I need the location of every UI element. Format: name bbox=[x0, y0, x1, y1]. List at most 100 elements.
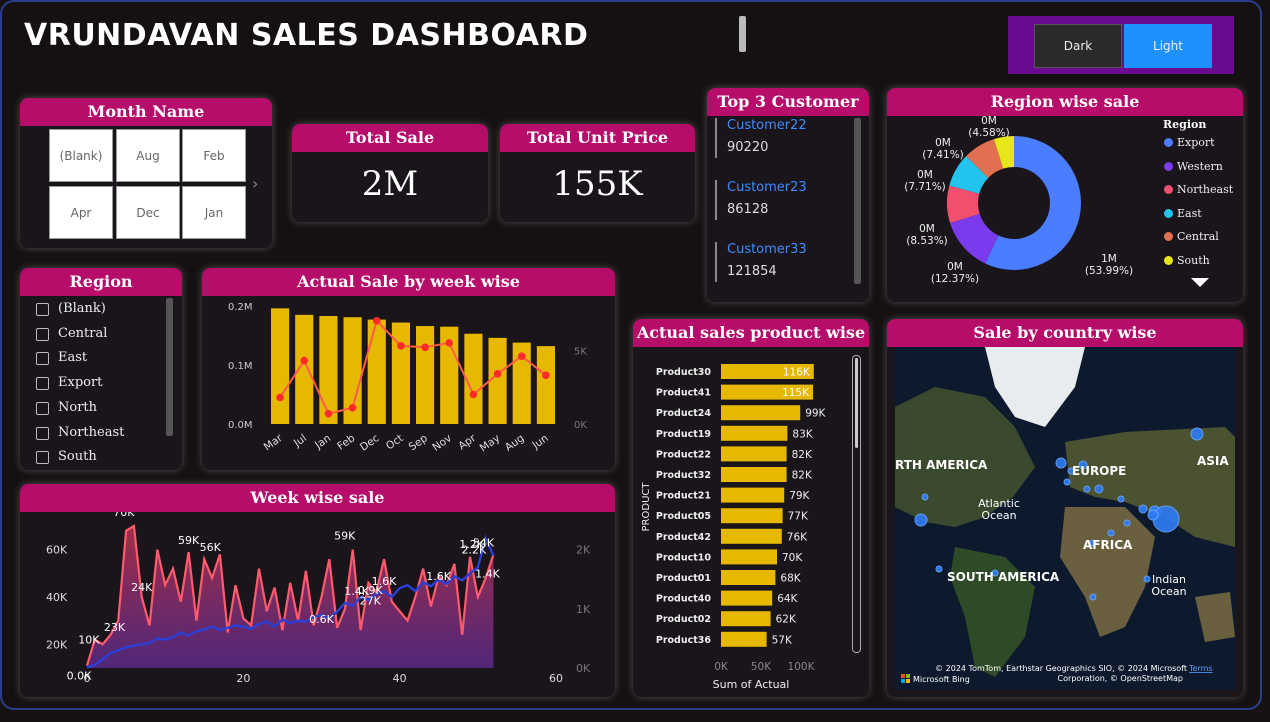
data-label: 70K bbox=[782, 552, 803, 564]
bing-logo bbox=[901, 679, 905, 683]
caret-down-icon[interactable] bbox=[1191, 278, 1209, 287]
region-wise-title: Region wise sale bbox=[887, 88, 1243, 116]
page-title: VRUNDAVAN SALES DASHBOARD bbox=[24, 18, 589, 53]
region-option-label[interactable]: Northeast bbox=[58, 425, 124, 440]
week-bar-title: Actual Sale by week wise bbox=[202, 268, 615, 296]
region-slicer: Region (Blank) Central East Export North Nort… bbox=[20, 268, 182, 470]
data-label: 70K bbox=[113, 512, 135, 519]
month-tile[interactable]: Jan bbox=[182, 186, 246, 239]
month-tile[interactable]: Feb bbox=[182, 129, 246, 182]
map-bubble bbox=[1089, 593, 1097, 601]
region-legend-title: Region bbox=[1163, 118, 1207, 131]
x-axis-title: Sum of Actual bbox=[713, 678, 790, 691]
data-label: 56K bbox=[200, 541, 222, 554]
region-checkbox[interactable] bbox=[36, 352, 49, 366]
region-checkbox[interactable] bbox=[36, 303, 49, 316]
bar bbox=[721, 528, 782, 544]
legend-label[interactable]: Export bbox=[1177, 136, 1215, 149]
scrollbar[interactable] bbox=[854, 118, 861, 284]
legend-label[interactable]: Northeast bbox=[1177, 183, 1233, 196]
week-bar-chart: 0.2M 0.1M 0.0M 5K 0K Mar Jul Jan Feb Dec Oct Sep Nov… bbox=[228, 302, 587, 454]
map-bubble bbox=[1138, 504, 1148, 514]
bar bbox=[721, 446, 787, 462]
bar bbox=[721, 508, 783, 524]
customer-value: 86128 bbox=[727, 202, 769, 217]
line-point bbox=[348, 403, 357, 412]
map-bubble bbox=[1152, 505, 1180, 533]
total-unit-price-card: Total Unit Price 155K bbox=[500, 124, 695, 222]
total-sale-title: Total Sale bbox=[292, 124, 488, 152]
y2-tick-label: 1K bbox=[576, 603, 591, 616]
data-label: 82K bbox=[792, 449, 813, 461]
region-checkbox[interactable] bbox=[36, 377, 49, 391]
bar bbox=[488, 337, 507, 424]
y2-tick-label: 0K bbox=[576, 662, 591, 675]
country-map-title: Sale by country wise bbox=[887, 319, 1243, 347]
region-option-label[interactable]: South bbox=[58, 449, 97, 464]
map-bubble bbox=[914, 513, 928, 527]
data-label: 54K bbox=[473, 536, 495, 549]
month-slicer: Month Name (Blank) Aug Feb Apr Dec Jan › bbox=[20, 98, 272, 248]
line-point bbox=[517, 352, 526, 360]
y-tick-label: 20K bbox=[46, 638, 68, 651]
month-tile[interactable]: (Blank) bbox=[49, 129, 113, 182]
region-option-label[interactable]: North bbox=[58, 400, 97, 415]
region-checkbox[interactable] bbox=[36, 327, 49, 341]
donut-pct-label: (7.71%) bbox=[904, 181, 946, 193]
data-label: 116K bbox=[783, 367, 811, 379]
data-label: 0.0K bbox=[67, 669, 92, 682]
total-sale-value: 2M bbox=[361, 164, 419, 204]
data-label: 83K bbox=[792, 428, 813, 440]
legend-dot bbox=[1164, 161, 1173, 171]
x-tick-label: Aug bbox=[503, 432, 527, 454]
map-bubble bbox=[921, 493, 929, 501]
total-unit-price-value: 155K bbox=[552, 164, 643, 204]
x-tick-label: Mar bbox=[262, 432, 286, 454]
data-label: 1.6K bbox=[426, 570, 451, 583]
category-label: Product01 bbox=[656, 573, 711, 584]
legend-dot bbox=[1164, 256, 1173, 265]
line-point bbox=[445, 339, 454, 347]
region-option-label[interactable]: (Blank) bbox=[58, 301, 106, 316]
region-option-label[interactable]: East bbox=[58, 350, 87, 365]
region-option-label[interactable]: Export bbox=[58, 375, 102, 390]
data-label: 82K bbox=[792, 470, 813, 482]
month-tile[interactable]: Dec bbox=[116, 186, 180, 239]
dark-theme-button[interactable]: Dark bbox=[1034, 24, 1122, 68]
x-tick-label: May bbox=[478, 432, 503, 454]
scrollbar[interactable] bbox=[166, 298, 173, 436]
map-bubble bbox=[1123, 519, 1131, 527]
legend-label[interactable]: Western bbox=[1177, 160, 1223, 173]
y-tick-label: 0.2M bbox=[228, 302, 253, 313]
bing-logo bbox=[906, 679, 910, 683]
world-map[interactable]: RTH AMERICA EUROPEASIAAtlanticOceanAFRICA… bbox=[895, 347, 1235, 690]
scrollbar[interactable] bbox=[852, 355, 861, 653]
legend-label[interactable]: East bbox=[1177, 207, 1202, 220]
region-checkbox[interactable] bbox=[36, 401, 49, 415]
region-checkbox[interactable] bbox=[36, 451, 49, 465]
data-label: 59K bbox=[178, 534, 200, 547]
customer-value: 90220 bbox=[727, 140, 769, 155]
bar bbox=[416, 326, 435, 424]
category-label: Product19 bbox=[656, 429, 711, 440]
legend-label[interactable]: South bbox=[1177, 254, 1210, 267]
region-checkbox[interactable] bbox=[36, 426, 49, 440]
chevron-right-icon[interactable]: › bbox=[252, 174, 258, 193]
x-tick-label: 40 bbox=[393, 672, 407, 685]
donut-pct-label: (12.37%) bbox=[931, 273, 979, 285]
bar bbox=[391, 322, 410, 424]
month-tile[interactable]: Aug bbox=[116, 129, 180, 182]
line-point bbox=[397, 342, 405, 350]
bar bbox=[721, 549, 777, 565]
bar bbox=[721, 425, 788, 441]
legend-dot bbox=[1164, 138, 1173, 147]
scroll-handle[interactable] bbox=[739, 16, 746, 52]
x-tick-label: Dec bbox=[358, 432, 382, 454]
category-label: Product21 bbox=[656, 491, 711, 502]
month-tile[interactable]: Apr bbox=[49, 186, 113, 239]
region-option-label[interactable]: Central bbox=[58, 326, 107, 341]
legend-label[interactable]: Central bbox=[1177, 230, 1219, 243]
customer-divider bbox=[715, 242, 717, 282]
map-attribution-2: Corporation, © OpenStreetMap bbox=[1058, 674, 1183, 683]
light-theme-button[interactable]: Light bbox=[1124, 24, 1212, 68]
